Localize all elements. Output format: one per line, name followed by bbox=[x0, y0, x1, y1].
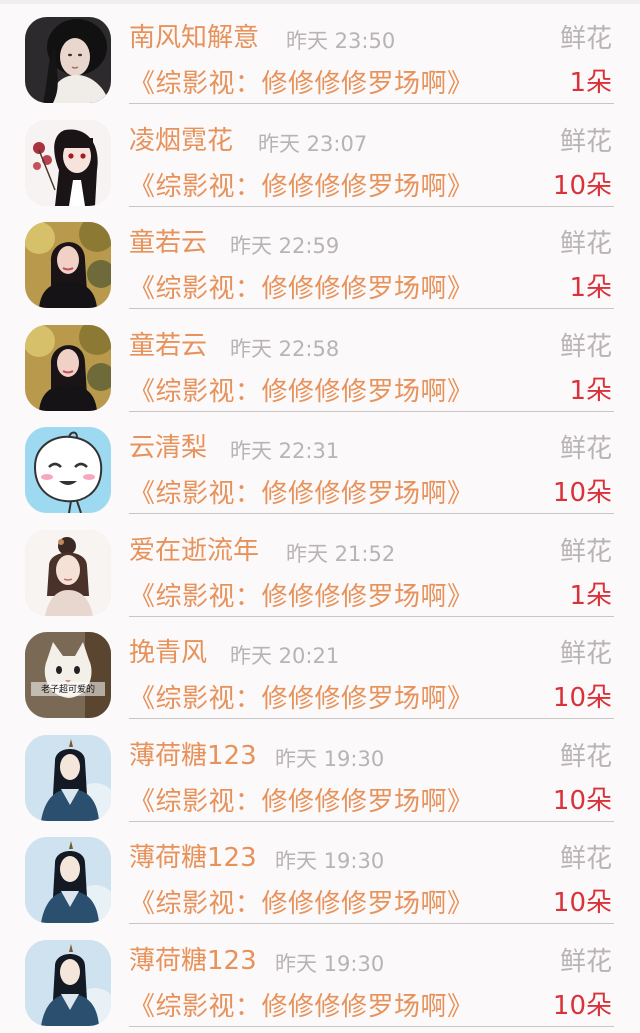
list-item[interactable]: 童若云 昨天 22:59 鲜花 《综影视：修修修修罗场啊》 1朵 bbox=[0, 205, 640, 309]
list-item[interactable]: 童若云 昨天 22:58 鲜花 《综影视：修修修修罗场啊》 1朵 bbox=[0, 308, 640, 412]
book-title-link[interactable]: 《综影视：修修修修罗场啊》 bbox=[129, 580, 474, 614]
avatar-woman-photo-icon[interactable] bbox=[25, 324, 111, 411]
timestamp: 昨天 20:21 bbox=[230, 644, 340, 668]
timestamp: 昨天 23:50 bbox=[286, 29, 396, 53]
book-title-link[interactable]: 《综影视：修修修修罗场啊》 bbox=[129, 477, 474, 511]
user-name[interactable]: 凌烟霓花 bbox=[129, 124, 233, 158]
list-item[interactable]: 凌烟霓花 昨天 23:07 鲜花 《综影视：修修修修罗场啊》 10朵 bbox=[0, 103, 640, 207]
user-name[interactable]: 云清梨 bbox=[129, 431, 207, 465]
gift-count: 10朵 bbox=[552, 990, 612, 1021]
avatar-girl-dark-hair-icon[interactable] bbox=[25, 17, 111, 103]
list-item[interactable]: 爱在逝流年 昨天 21:52 鲜花 《综影视：修修修修罗场啊》 1朵 bbox=[0, 513, 640, 617]
gift-count: 1朵 bbox=[569, 375, 612, 406]
avatar-cartoon-blush-face-icon[interactable] bbox=[25, 427, 111, 513]
gift-type-label: 鲜花 bbox=[559, 331, 612, 362]
book-title-link[interactable]: 《综影视：修修修修罗场啊》 bbox=[129, 682, 474, 716]
gift-count: 10朵 bbox=[552, 785, 612, 816]
user-name[interactable]: 童若云 bbox=[129, 226, 207, 260]
list-item[interactable]: 薄荷糖123 昨天 19:30 鲜花 《综影视：修修修修罗场啊》 10朵 bbox=[0, 820, 640, 924]
gift-type-label: 鲜花 bbox=[559, 946, 612, 977]
book-title-link[interactable]: 《综影视：修修修修罗场啊》 bbox=[129, 887, 474, 921]
gift-type-label: 鲜花 bbox=[559, 844, 612, 874]
gift-count: 1朵 bbox=[569, 68, 612, 98]
row-divider bbox=[129, 1025, 614, 1027]
book-title-link[interactable]: 《综影视：修修修修罗场啊》 bbox=[129, 170, 474, 204]
gift-count: 10朵 bbox=[552, 478, 612, 508]
book-title-link[interactable]: 《综影视：修修修修罗场啊》 bbox=[129, 67, 474, 101]
avatar-ancient-costume-man-icon[interactable] bbox=[25, 939, 111, 1026]
timestamp: 昨天 22:59 bbox=[230, 234, 340, 258]
gift-type-label: 鲜花 bbox=[559, 24, 612, 54]
gift-type-label: 鲜花 bbox=[559, 434, 612, 464]
gift-type-label: 鲜花 bbox=[559, 126, 612, 157]
list-item[interactable]: 薄荷糖123 昨天 19:30 鲜花 《综影视：修修修修罗场啊》 10朵 bbox=[0, 718, 640, 822]
timestamp: 昨天 19:30 bbox=[275, 951, 385, 976]
gift-type-label: 鲜花 bbox=[559, 639, 612, 669]
timestamp: 昨天 23:07 bbox=[258, 131, 368, 156]
avatar-caption: 老子超可爱的 bbox=[41, 683, 95, 695]
gift-type-label: 鲜花 bbox=[559, 536, 612, 567]
list-item[interactable]: 老子超可爱的 挽青风 昨天 20:21 鲜花 《综影视：修修修修罗场啊》 10朵 bbox=[0, 615, 640, 719]
gift-count: 10朵 bbox=[552, 683, 612, 713]
avatar-anime-girl-flowers-icon[interactable] bbox=[25, 119, 111, 206]
timestamp: 昨天 22:31 bbox=[230, 439, 340, 463]
book-title-link[interactable]: 《综影视：修修修修罗场啊》 bbox=[129, 272, 474, 306]
gift-count: 10朵 bbox=[552, 888, 612, 918]
book-title-link[interactable]: 《综影视：修修修修罗场啊》 bbox=[129, 785, 474, 819]
user-name[interactable]: 挽青风 bbox=[129, 636, 207, 670]
timestamp: 昨天 19:30 bbox=[275, 849, 385, 873]
user-name[interactable]: 爱在逝流年 bbox=[129, 534, 259, 568]
book-title-link[interactable]: 《综影视：修修修修罗场啊》 bbox=[129, 375, 474, 409]
list-item[interactable]: 云清梨 昨天 22:31 鲜花 《综影视：修修修修罗场啊》 10朵 bbox=[0, 410, 640, 514]
avatar-cat-meme-icon[interactable]: 老子超可爱的 bbox=[25, 632, 111, 718]
user-name[interactable]: 薄荷糖123 bbox=[129, 944, 257, 978]
user-name[interactable]: 南风知解意 bbox=[129, 21, 259, 55]
avatar-ancient-costume-man-icon[interactable] bbox=[25, 837, 111, 923]
gift-count: 10朵 bbox=[552, 170, 612, 201]
user-name[interactable]: 童若云 bbox=[129, 329, 207, 363]
avatar-woman-photo-icon[interactable] bbox=[25, 222, 111, 308]
list-item[interactable]: 薄荷糖123 昨天 19:30 鲜花 《综影视：修修修修罗场啊》 10朵 bbox=[0, 923, 640, 1027]
timestamp: 昨天 21:52 bbox=[286, 541, 396, 566]
gift-type-label: 鲜花 bbox=[559, 741, 612, 772]
timestamp: 昨天 19:30 bbox=[275, 746, 385, 771]
user-name[interactable]: 薄荷糖123 bbox=[129, 841, 257, 875]
gift-count: 1朵 bbox=[569, 580, 612, 611]
list-item[interactable]: 南风知解意 昨天 23:50 鲜花 《综影视：修修修修罗场啊》 1朵 bbox=[0, 0, 640, 104]
gift-record-list: 南风知解意 昨天 23:50 鲜花 《综影视：修修修修罗场啊》 1朵 凌烟霓花 bbox=[0, 0, 640, 1027]
gift-type-label: 鲜花 bbox=[559, 229, 612, 259]
avatar-ancient-costume-man-icon[interactable] bbox=[25, 734, 111, 821]
gift-count: 1朵 bbox=[569, 273, 612, 303]
book-title-link[interactable]: 《综影视：修修修修罗场啊》 bbox=[129, 990, 474, 1024]
user-name[interactable]: 薄荷糖123 bbox=[129, 739, 257, 773]
timestamp: 昨天 22:58 bbox=[230, 336, 340, 361]
avatar-ink-painting-girl-icon[interactable] bbox=[25, 529, 111, 616]
